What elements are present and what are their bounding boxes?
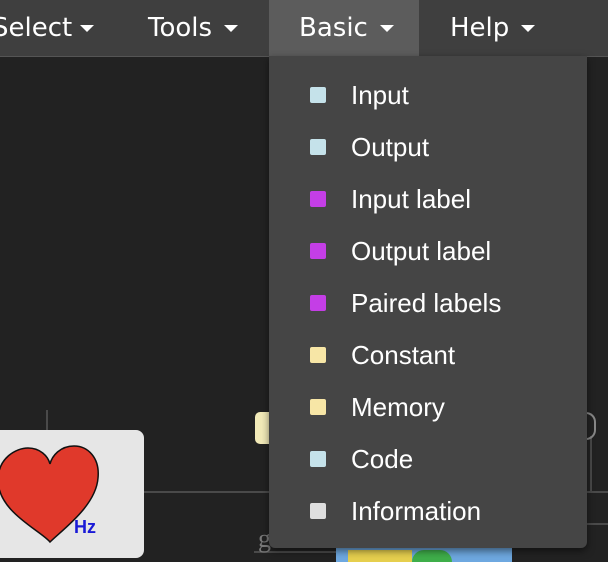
connector-line [46, 410, 48, 430]
heart-icon [0, 445, 99, 544]
menu-item-label: Output [351, 131, 430, 162]
swatch-icon [310, 191, 326, 207]
menu-select-label: Select [0, 13, 73, 43]
menu-item-information[interactable]: Information [269, 485, 587, 537]
menu-item-label: Input label [351, 183, 471, 214]
chevron-down-icon [521, 24, 536, 32]
menu-item-label: Information [351, 495, 482, 526]
swatch-icon [310, 139, 326, 155]
connector-line [590, 436, 592, 492]
image-node[interactable] [336, 548, 512, 562]
connector-line [586, 523, 608, 525]
menu-item-label: Memory [351, 391, 445, 422]
menu-item-input-label[interactable]: Input label [269, 173, 587, 225]
menu-item-label: Constant [351, 339, 456, 370]
swatch-icon [310, 243, 326, 259]
swatch-icon [310, 347, 326, 363]
swatch-icon [310, 295, 326, 311]
menu-tools-label: Tools [148, 13, 213, 43]
menu-item-label: Output label [351, 235, 492, 266]
chevron-down-icon [224, 24, 239, 32]
menu-item-constant[interactable]: Constant [269, 329, 587, 381]
swatch-icon [310, 503, 326, 519]
swatch-icon [310, 87, 326, 103]
hz-label: Hz [74, 517, 96, 537]
swatch-icon [310, 399, 326, 415]
node-stripe [348, 550, 412, 562]
swatch-icon [310, 451, 326, 467]
connector-line [144, 491, 270, 493]
menu-item-input[interactable]: Input [269, 69, 587, 121]
menu-help[interactable]: Help [450, 0, 536, 56]
menu-basic-label: Basic [299, 13, 368, 43]
chevron-down-icon [379, 24, 394, 32]
menu-item-label: Input [351, 79, 409, 110]
menu-item-label: Paired labels [351, 287, 502, 318]
menu-select[interactable]: Select [0, 0, 95, 56]
menu-item-memory[interactable]: Memory [269, 381, 587, 433]
menu-bar: Select Tools Basic Help [0, 0, 608, 57]
menu-item-paired-labels[interactable]: Paired labels [269, 277, 587, 329]
frequency-node[interactable] [0, 430, 144, 558]
node-stripe [412, 550, 452, 562]
menu-tools[interactable]: Tools [148, 0, 239, 56]
menu-item-label: Code [351, 443, 414, 474]
menu-help-label: Help [450, 13, 510, 43]
menu-item-code[interactable]: Code [269, 433, 587, 485]
menu-item-output[interactable]: Output [269, 121, 587, 173]
chevron-down-icon [80, 24, 95, 32]
menu-item-output-label[interactable]: Output label [269, 225, 587, 277]
menu-basic[interactable]: Basic [269, 0, 419, 56]
basic-dropdown-menu: Input Output Input label Output label Pa… [269, 56, 587, 548]
